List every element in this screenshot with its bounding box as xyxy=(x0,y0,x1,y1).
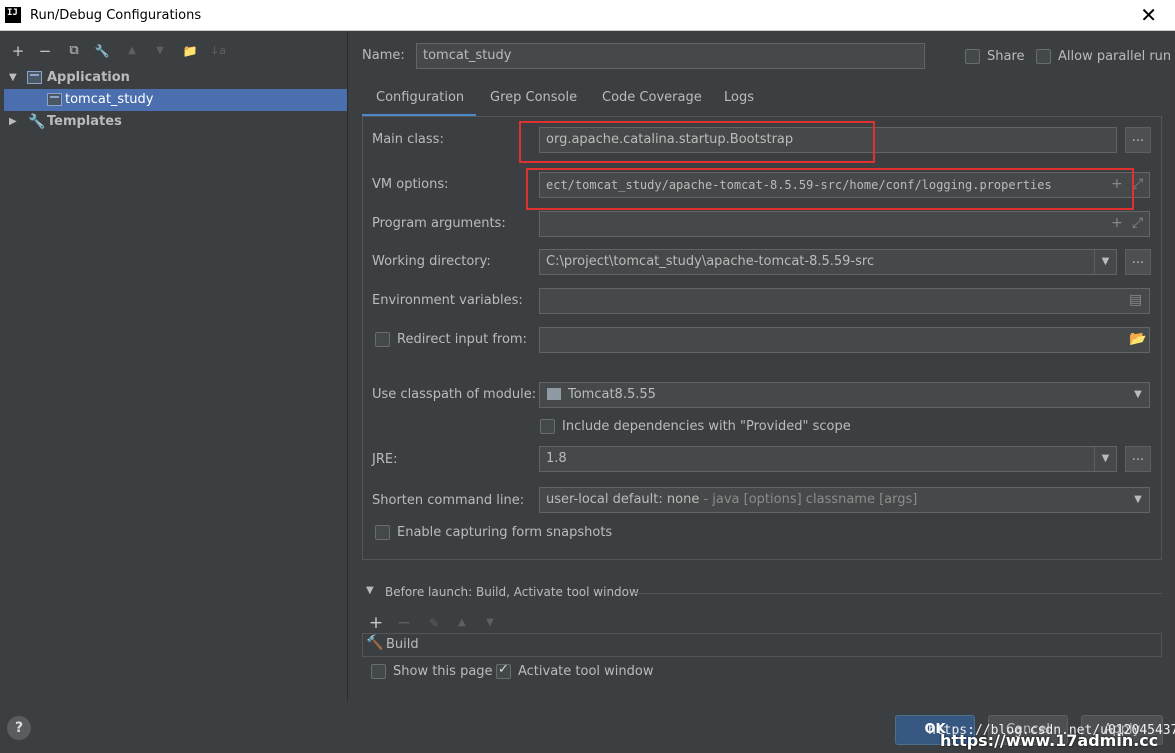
shorten-command-line-select[interactable]: user-local default: none - java [options… xyxy=(539,487,1150,513)
move-up-icon[interactable]: ▲ xyxy=(450,611,474,635)
window-title: Run/Debug Configurations xyxy=(30,8,202,23)
sort-icon[interactable]: ↓a xyxy=(206,39,230,63)
allow-parallel-run-label: Allow parallel run xyxy=(1058,49,1172,64)
close-window-button[interactable]: ✕ xyxy=(1140,3,1157,27)
name-label: Name: xyxy=(362,48,405,63)
tab-grep-console[interactable]: Grep Console xyxy=(490,85,577,117)
help-button[interactable]: ? xyxy=(7,716,31,740)
redirect-input-field[interactable] xyxy=(539,327,1150,353)
jre-label: JRE: xyxy=(372,452,398,467)
highlight-annotation xyxy=(526,168,1134,210)
classpath-module-select[interactable]: Tomcat8.5.55 ▼ xyxy=(539,382,1150,408)
include-dependencies-checkbox[interactable] xyxy=(540,419,555,434)
wrench-icon[interactable]: 🔧 xyxy=(90,39,114,63)
chevron-down-icon[interactable]: ▼ xyxy=(1094,447,1116,471)
divider xyxy=(635,593,1162,594)
window-titlebar: IJ Run/Debug Configurations ✕ xyxy=(0,0,1175,31)
new-folder-icon[interactable]: 📁 xyxy=(178,39,202,63)
hammer-icon: 🔨 xyxy=(366,635,384,651)
tree-item-application[interactable]: ▼ Application xyxy=(0,67,348,89)
chevron-down-icon[interactable]: ▼ xyxy=(1094,250,1116,274)
collapse-arrow-icon[interactable]: ▶ xyxy=(9,111,19,133)
module-folder-icon xyxy=(547,388,561,400)
activate-tool-window-label: Activate tool window xyxy=(518,664,654,679)
jre-select[interactable]: 1.8 ▼ xyxy=(539,446,1117,472)
tree-label-application: Application xyxy=(47,70,130,85)
before-launch-list: 🔨 Build xyxy=(362,633,1162,657)
add-icon[interactable]: + xyxy=(1111,215,1123,231)
move-down-icon[interactable]: ▼ xyxy=(148,39,172,63)
copy-icon[interactable]: ⧉ xyxy=(62,39,86,63)
folder-icon[interactable]: 📂 xyxy=(1129,331,1146,347)
configuration-editor: Name: tomcat_study Share Allow parallel … xyxy=(349,31,1175,701)
application-config-icon xyxy=(47,93,62,106)
document-icon[interactable]: ▤ xyxy=(1129,292,1142,308)
shorten-command-line-label: Shorten command line: xyxy=(372,493,525,508)
chevron-down-icon[interactable]: ▼ xyxy=(1127,383,1149,407)
remove-icon[interactable]: − xyxy=(392,611,416,635)
expand-icon[interactable]: ⤢ xyxy=(1132,215,1143,231)
tree-item-templates[interactable]: ▶ 🔧 Templates xyxy=(0,111,348,133)
main-class-label: Main class: xyxy=(372,132,444,147)
tab-configuration[interactable]: Configuration xyxy=(362,85,476,117)
program-arguments-label: Program arguments: xyxy=(372,216,506,231)
environment-variables-input[interactable] xyxy=(539,288,1150,314)
before-launch-title: Before launch: Build, Activate tool wind… xyxy=(385,585,639,599)
sidebar-toolbar: + − ⧉ 🔧 ▲ ▼ 📁 ↓a xyxy=(0,39,348,63)
configurations-sidebar: + − ⧉ 🔧 ▲ ▼ 📁 ↓a ▼ Application tomcat_st… xyxy=(0,31,348,701)
include-dependencies-label: Include dependencies with "Provided" sco… xyxy=(562,419,851,434)
intellij-app-icon: IJ xyxy=(5,7,21,23)
add-icon[interactable]: + xyxy=(364,611,388,635)
watermark-site: https://www.17admin.cc xyxy=(940,731,1159,750)
expand-arrow-icon[interactable]: ▼ xyxy=(366,585,374,596)
move-up-icon[interactable]: ▲ xyxy=(120,39,144,63)
show-this-page-label: Show this page xyxy=(393,664,493,679)
tree-item-tomcat-study[interactable]: tomcat_study xyxy=(4,89,347,111)
environment-variables-label: Environment variables: xyxy=(372,293,523,308)
chevron-down-icon[interactable]: ▼ xyxy=(1127,488,1149,512)
capture-form-snapshots-checkbox[interactable] xyxy=(375,525,390,540)
tab-code-coverage[interactable]: Code Coverage xyxy=(602,85,702,117)
move-down-icon[interactable]: ▼ xyxy=(478,611,502,635)
tree-label-tomcat-study: tomcat_study xyxy=(65,92,154,107)
activate-tool-window-checkbox[interactable] xyxy=(496,662,511,679)
before-launch-build-item[interactable]: Build xyxy=(386,637,419,652)
name-input[interactable]: tomcat_study xyxy=(416,43,925,69)
working-directory-value: C:\project\tomcat_study\apache-tomcat-8.… xyxy=(546,254,875,269)
working-directory-input[interactable]: C:\project\tomcat_study\apache-tomcat-8.… xyxy=(539,249,1117,275)
share-checkbox[interactable] xyxy=(965,49,980,64)
redirect-input-checkbox[interactable] xyxy=(375,332,390,347)
capture-form-snapshots-label: Enable capturing form snapshots xyxy=(397,525,613,540)
vm-options-label: VM options: xyxy=(372,177,449,192)
edit-icon[interactable]: ✎ xyxy=(422,611,446,635)
add-icon[interactable]: + xyxy=(6,39,30,63)
shorten-command-line-hint: - java [options] classname [args] xyxy=(699,492,918,507)
expand-arrow-icon[interactable]: ▼ xyxy=(9,67,19,89)
application-folder-icon xyxy=(27,71,42,84)
jre-browse-button[interactable]: ... xyxy=(1125,446,1151,472)
tree-label-templates: Templates xyxy=(47,114,122,129)
classpath-module-label: Use classpath of module: xyxy=(372,387,537,402)
tab-logs[interactable]: Logs xyxy=(724,85,754,117)
allow-parallel-run-checkbox[interactable] xyxy=(1036,49,1051,64)
classpath-module-value: Tomcat8.5.55 xyxy=(568,387,656,402)
program-arguments-input[interactable] xyxy=(539,211,1150,237)
share-label: Share xyxy=(987,49,1025,64)
dialog-footer: ? OK Cancel Apply https://blog.csdn.net/… xyxy=(0,701,1175,753)
show-this-page-checkbox[interactable] xyxy=(371,664,386,679)
working-directory-label: Working directory: xyxy=(372,254,491,269)
shorten-command-line-value: user-local default: none xyxy=(546,492,700,507)
wrench-icon: 🔧 xyxy=(28,114,46,130)
working-directory-browse-button[interactable]: ... xyxy=(1125,249,1151,275)
highlight-annotation xyxy=(519,121,875,163)
redirect-input-label: Redirect input from: xyxy=(397,332,527,347)
jre-value: 1.8 xyxy=(546,451,567,466)
remove-icon[interactable]: − xyxy=(33,39,57,63)
main-class-browse-button[interactable]: ... xyxy=(1125,127,1151,153)
